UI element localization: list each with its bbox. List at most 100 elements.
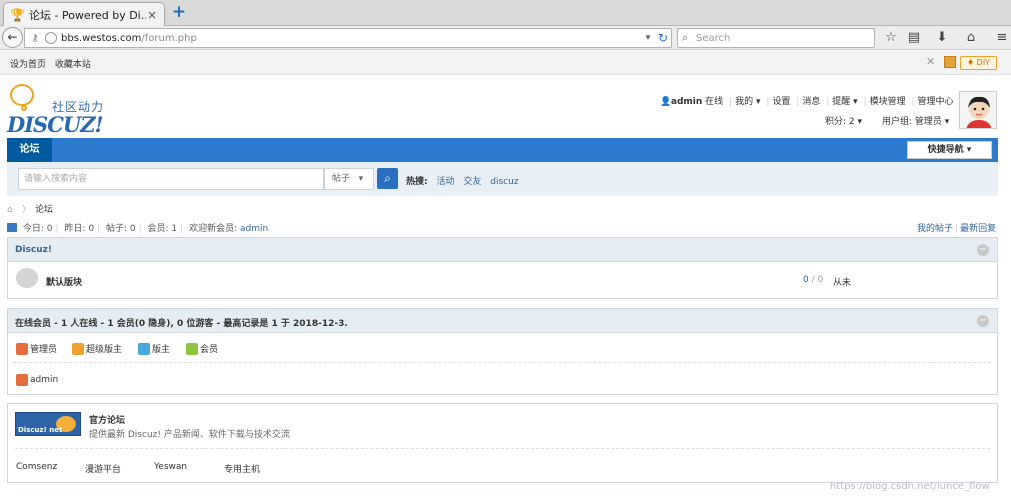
search-button[interactable]: ⌕ bbox=[377, 168, 398, 189]
new-tab-icon[interactable]: + bbox=[171, 4, 187, 21]
username-link[interactable]: admin bbox=[671, 97, 702, 107]
legend-member: 会员 bbox=[186, 342, 218, 355]
logo-bubble-tail bbox=[21, 105, 27, 111]
stat-today: 今日: 0 bbox=[22, 224, 53, 234]
thread-count: 0 bbox=[803, 275, 809, 285]
official-forum-desc: 提供最新 Discuz! 产品新闻、软件下载与技术交流 bbox=[89, 430, 290, 440]
site-topbar: 设为首页 收藏本站 ✕ ♦ DIY bbox=[0, 51, 1011, 75]
link-comsenz[interactable]: Comsenz bbox=[16, 462, 57, 472]
breadcrumb: ⌂ 〉论坛 bbox=[7, 205, 54, 215]
hot-link-activity[interactable]: 活动 bbox=[436, 177, 454, 187]
online-user-list: admin bbox=[14, 363, 991, 397]
main-nav: 论坛 快捷导航 ▾ bbox=[7, 138, 998, 162]
post-links: 我的帖子 | 最新回复 bbox=[917, 224, 997, 234]
tab-close-icon[interactable]: × bbox=[146, 8, 158, 22]
admin-user-icon bbox=[16, 342, 28, 355]
forum-bubble-icon bbox=[16, 268, 38, 288]
url-dropdown-icon[interactable]: ▾ bbox=[641, 33, 655, 43]
bookmark-star-icon[interactable]: ☆ bbox=[882, 29, 900, 47]
my-link[interactable]: 我的 bbox=[735, 97, 753, 107]
messages-link[interactable]: 消息 bbox=[802, 97, 820, 107]
legend-mod: 版主 bbox=[138, 342, 170, 355]
discuz-logo[interactable]: 社区动力 DISCUZ! bbox=[7, 84, 117, 137]
browser-search-input[interactable]: ⌕ Search bbox=[677, 28, 875, 48]
module-manage-link[interactable]: 模块管理 bbox=[870, 97, 906, 107]
category-title[interactable]: Discuz! bbox=[15, 245, 52, 255]
post-count: 0 bbox=[817, 275, 824, 285]
usergroup-link[interactable]: 用户组: 管理员 bbox=[882, 117, 942, 127]
logo-wordmark: DISCUZ! bbox=[7, 112, 104, 137]
collapse-icon[interactable]: − bbox=[977, 315, 989, 327]
browser-search-placeholder: Search bbox=[696, 32, 731, 44]
style-icon[interactable] bbox=[944, 56, 956, 68]
settings-link[interactable]: 设置 bbox=[772, 97, 790, 107]
set-home-link[interactable]: 设为首页 bbox=[10, 60, 46, 70]
forum-counts: 0 / 0 bbox=[803, 275, 824, 285]
close-x-icon[interactable]: ✕ bbox=[926, 56, 938, 68]
menu-icon[interactable]: ≡ bbox=[993, 29, 1011, 47]
latest-replies-link[interactable]: 最新回复 bbox=[960, 224, 996, 234]
link-hosting[interactable]: 专用主机 bbox=[224, 462, 260, 475]
collapse-icon[interactable]: − bbox=[977, 244, 989, 256]
browser-tab[interactable]: 🏆 论坛 - Powered by Di... × bbox=[3, 2, 165, 26]
bookmark-link[interactable]: 收藏本站 bbox=[55, 60, 91, 70]
diy-button[interactable]: ♦ DIY bbox=[960, 56, 997, 70]
site-header: 社区动力 DISCUZ! 👤 admin 在线 | 我的 ▾ | 设置 | 消息 | 提… bbox=[0, 76, 1011, 138]
online-status: 在线 bbox=[705, 97, 724, 107]
new-member-link[interactable]: admin bbox=[240, 224, 268, 234]
user-meta: 积分: 2 ▾ 用户组: 管理员 ▾ bbox=[825, 117, 950, 127]
back-arrow-icon[interactable]: ← bbox=[2, 27, 23, 48]
friend-links: Discuz! net 官方论坛 提供最新 Discuz! 产品新闻、软件下载与… bbox=[7, 403, 998, 483]
nav-tab-forum[interactable]: 论坛 bbox=[7, 138, 52, 162]
member-legend: 管理员 超级版主 版主 会员 bbox=[14, 333, 991, 363]
mod-user-icon bbox=[138, 342, 150, 355]
stats-chart-icon bbox=[7, 223, 17, 232]
download-icon[interactable]: ⬇ bbox=[933, 29, 951, 47]
link-yeswan[interactable]: Yeswan bbox=[154, 462, 187, 472]
hot-link-discuz[interactable]: discuz bbox=[490, 177, 518, 187]
link-manyou[interactable]: 漫游平台 bbox=[85, 462, 121, 475]
key-icon: ⚷ bbox=[31, 32, 39, 44]
hot-label: 热搜: bbox=[406, 177, 428, 187]
watermark: https://blog.csdn.net/lunce_flow bbox=[830, 481, 990, 492]
stat-yesterday: 昨日: 0 bbox=[64, 224, 95, 234]
avatar[interactable] bbox=[959, 91, 997, 129]
legend-admin: 管理员 bbox=[16, 342, 57, 355]
forum-row: 默认版块 0 / 0 从未 bbox=[8, 262, 997, 298]
home-breadcrumb-icon[interactable]: ⌂ bbox=[7, 205, 18, 215]
quick-nav-button[interactable]: 快捷导航 ▾ bbox=[907, 141, 992, 159]
my-posts-link[interactable]: 我的帖子 bbox=[917, 224, 953, 234]
user-icon: 👤 bbox=[660, 97, 672, 107]
reading-list-icon[interactable]: ▤ bbox=[905, 29, 923, 47]
online-title: 在线会员 - 1 人在线 - 1 会员(0 隐身), 0 位游客 - 最高记录是… bbox=[15, 319, 348, 329]
welcome-text: 欢迎新会员: bbox=[189, 224, 238, 234]
search-row: 请输入搜索内容 帖子 ▾ ⌕ 热搜: 活动 交友 discuz bbox=[7, 162, 998, 196]
discuz-banner[interactable]: Discuz! net bbox=[15, 412, 81, 436]
search-type-label: 帖子 bbox=[332, 174, 351, 184]
admin-center-link[interactable]: 管理中心 bbox=[918, 97, 954, 107]
hot-link-friends[interactable]: 交友 bbox=[463, 177, 481, 187]
reminders-link[interactable]: 提醒 bbox=[832, 97, 850, 107]
browser-tabbar: 🏆 论坛 - Powered by Di... × + bbox=[0, 0, 1011, 26]
forum-category: Discuz! − 默认版块 0 / 0 从未 bbox=[7, 237, 998, 299]
official-forum-title[interactable]: 官方论坛 bbox=[89, 413, 125, 426]
url-bar[interactable]: ⚷ bbs.westos.com/forum.php ▾ ↻ bbox=[24, 28, 672, 48]
credits-link[interactable]: 积分: 2 bbox=[825, 117, 855, 127]
logo-bubble-icon bbox=[10, 84, 34, 106]
forum-search-input[interactable]: 请输入搜索内容 bbox=[18, 168, 324, 190]
online-user[interactable]: admin bbox=[16, 374, 58, 386]
reload-icon[interactable]: ↻ bbox=[655, 31, 671, 45]
forum-name[interactable]: 默认版块 bbox=[46, 275, 82, 288]
url-text: bbs.westos.com/forum.php bbox=[61, 33, 641, 44]
hot-searches: 热搜: 活动 交友 discuz bbox=[406, 174, 525, 187]
legend-super-mod: 超级版主 bbox=[72, 342, 122, 355]
home-icon[interactable]: ⌂ bbox=[962, 29, 980, 47]
search-type-select[interactable]: 帖子 ▾ bbox=[324, 168, 374, 190]
stat-members: 会员: 1 bbox=[147, 224, 178, 234]
banner-caption: Discuz! net bbox=[18, 426, 63, 434]
user-nav: 👤 admin 在线 | 我的 ▾ | 设置 | 消息 | 提醒 ▾ | 模块管理 | 管理… bbox=[660, 94, 983, 107]
category-header: Discuz! − bbox=[8, 238, 997, 262]
breadcrumb-current: 论坛 bbox=[35, 205, 54, 215]
stat-posts: 帖子: 0 bbox=[105, 224, 136, 234]
forum-last-post: 从未 bbox=[833, 278, 852, 288]
